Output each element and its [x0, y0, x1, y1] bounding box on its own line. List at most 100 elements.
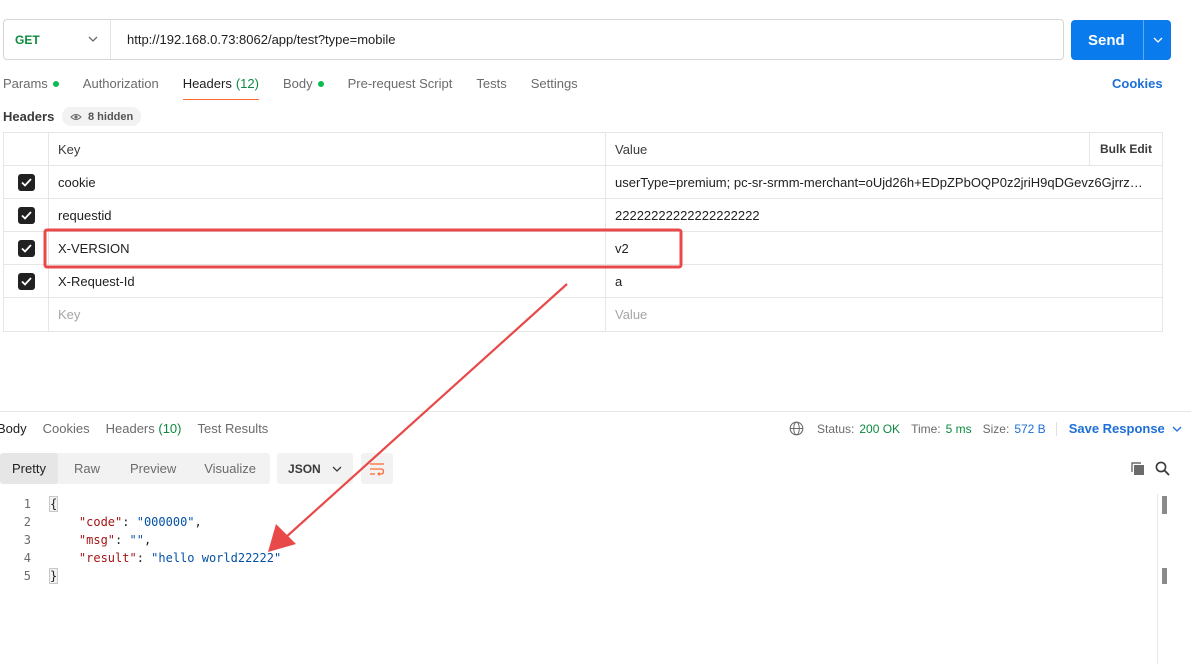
- save-response-label: Save Response: [1068, 421, 1165, 436]
- header-key[interactable]: X-VERSION: [49, 232, 606, 264]
- header-key[interactable]: cookie: [49, 166, 606, 198]
- check-icon: [20, 276, 32, 286]
- json-value-result: "hello world22222": [151, 551, 282, 565]
- search-button[interactable]: [1152, 458, 1172, 478]
- table-row: requestid 22222222222222222222: [4, 199, 1162, 232]
- send-divider: [1143, 20, 1144, 60]
- copy-button[interactable]: [1127, 458, 1147, 478]
- copy-icon: [1130, 461, 1144, 475]
- format-visualize[interactable]: Visualize: [190, 453, 270, 484]
- line-number: 1: [23, 497, 31, 511]
- chevron-down-icon: [332, 466, 342, 472]
- wrap-lines-icon: [370, 462, 385, 476]
- tab-settings[interactable]: Settings: [531, 76, 578, 100]
- row-check-cell: [4, 265, 49, 297]
- line-number: 4: [23, 551, 31, 565]
- tab-prerequest-label: Pre-request Script: [347, 76, 453, 91]
- json-open-brace: {: [48, 496, 59, 512]
- header-value[interactable]: v2: [606, 232, 1162, 264]
- tab-prerequest-script[interactable]: Pre-request Script: [348, 76, 453, 100]
- tab-authorization[interactable]: Authorization: [83, 76, 159, 100]
- checkbox-checked[interactable]: [17, 173, 35, 191]
- chevron-down-icon: [88, 36, 98, 42]
- tab-authorization-label: Authorization: [82, 76, 159, 91]
- row-check-cell: [4, 232, 49, 264]
- status-label: Status:: [817, 421, 855, 436]
- status-value: 200 OK: [859, 421, 901, 436]
- send-label: Send: [1088, 31, 1125, 49]
- tab-settings-label: Settings: [530, 76, 578, 91]
- line-number: 2: [23, 515, 31, 529]
- table-row: cookie userType=premium; pc-sr-srmm-merc…: [4, 166, 1162, 199]
- status-dot-icon: [317, 81, 324, 87]
- json-value-msg: "": [129, 533, 144, 547]
- response-divider: [0, 411, 1191, 412]
- method-select[interactable]: GET: [4, 20, 111, 59]
- time-value: 5 ms: [945, 421, 972, 436]
- tab-params[interactable]: Params: [3, 76, 59, 100]
- line-number: 5: [23, 569, 31, 583]
- tab-tests[interactable]: Tests: [476, 76, 506, 100]
- code-text: {: [48, 496, 59, 512]
- header-value[interactable]: 22222222222222222222: [606, 199, 1162, 231]
- tab-response-cookies[interactable]: Cookies: [43, 421, 90, 443]
- search-icon: [1155, 461, 1170, 476]
- format-pretty[interactable]: Pretty: [0, 453, 58, 484]
- new-value-input[interactable]: Value: [606, 298, 1162, 331]
- globe-icon[interactable]: [789, 421, 804, 436]
- table-row: X-VERSION v2: [4, 232, 1162, 265]
- tab-headers-label: Headers: [182, 76, 232, 91]
- response-meta: Status: 200 OK Time: 5 ms Size: 572 B Save …: [789, 421, 1182, 436]
- tab-response-headers[interactable]: Headers (10): [106, 421, 182, 443]
- header-check-cell: [4, 133, 49, 165]
- json-key-code: "code": [78, 515, 123, 529]
- new-key-input[interactable]: Key: [49, 298, 606, 331]
- column-value-header: Value: [615, 141, 648, 157]
- hidden-headers-toggle[interactable]: 8 hidden: [62, 107, 142, 126]
- header-value[interactable]: userType=premium; pc-sr-srmm-merchant=oU…: [606, 166, 1162, 198]
- header-key[interactable]: X-Request-Id: [49, 265, 606, 297]
- format-raw[interactable]: Raw: [58, 453, 116, 484]
- status-dot-icon: [52, 81, 59, 87]
- checkbox-checked[interactable]: [17, 272, 35, 290]
- chevron-down-icon[interactable]: [1153, 35, 1163, 45]
- code-line: 1{: [0, 495, 281, 513]
- bulk-edit-button[interactable]: Bulk Edit: [1089, 133, 1162, 165]
- json-key-msg: "msg": [78, 533, 116, 547]
- tab-response-body[interactable]: Body: [0, 421, 27, 443]
- table-header-row: Key Value Bulk Edit: [4, 133, 1162, 166]
- format-bar: Pretty Raw Preview Visualize JSON: [0, 453, 394, 484]
- header-key[interactable]: requestid: [49, 199, 606, 231]
- table-row: X-Request-Id a: [4, 265, 1162, 298]
- check-icon: [20, 177, 32, 187]
- tab-body[interactable]: Body: [283, 76, 324, 100]
- tab-response-headers-label: Headers: [105, 421, 155, 436]
- checkbox-checked[interactable]: [17, 206, 35, 224]
- response-scrollbar[interactable]: [1157, 494, 1169, 664]
- check-icon: [20, 210, 32, 220]
- tab-response-headers-count: (10): [158, 421, 182, 436]
- tab-body-label: Body: [282, 76, 313, 91]
- save-response-button[interactable]: Save Response: [1069, 421, 1182, 436]
- code-line: 4 "result": "hello world22222": [0, 549, 281, 567]
- meta-divider: [1055, 421, 1057, 436]
- request-tabs: Params Authorization Headers (12) Body Pr…: [3, 76, 602, 100]
- tab-params-label: Params: [3, 76, 48, 91]
- format-segmented-control: Pretty Raw Preview Visualize: [0, 453, 271, 484]
- size-value: 572 B: [1014, 421, 1046, 436]
- header-value[interactable]: a: [606, 265, 1162, 297]
- response-body-code[interactable]: 1{ 2 "code": "000000", 3 "msg": "", 4 "r…: [0, 495, 281, 585]
- size-label: Size:: [982, 421, 1010, 436]
- cookies-link[interactable]: Cookies: [1112, 76, 1163, 91]
- format-preview[interactable]: Preview: [116, 453, 190, 484]
- tab-test-results[interactable]: Test Results: [198, 421, 269, 443]
- send-button[interactable]: Send: [1071, 20, 1171, 60]
- checkbox-checked[interactable]: [17, 239, 35, 257]
- tab-headers[interactable]: Headers (12): [182, 76, 260, 100]
- language-label: JSON: [288, 461, 321, 476]
- row-check-cell: [4, 199, 49, 231]
- language-select[interactable]: JSON: [277, 453, 354, 484]
- scrollbar-marker: [1162, 568, 1167, 584]
- wrap-lines-button[interactable]: [361, 453, 394, 484]
- url-input[interactable]: http://192.168.0.73:8062/app/test?type=m…: [111, 32, 396, 47]
